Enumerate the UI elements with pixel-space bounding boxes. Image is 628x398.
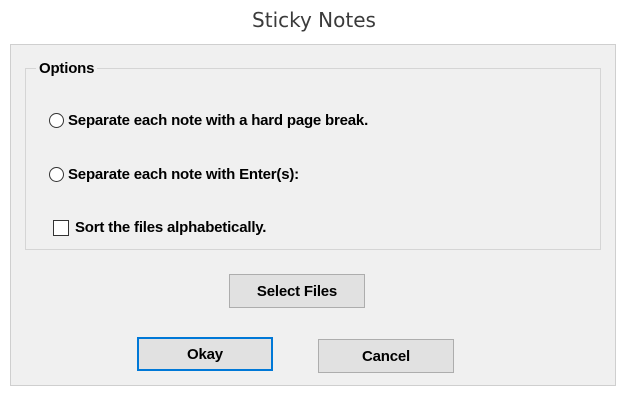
- radio-label-hard-page-break[interactable]: Separate each note with a hard page brea…: [68, 112, 368, 129]
- radio-button-hard-page-break[interactable]: [49, 113, 64, 128]
- radio-label-enter[interactable]: Separate each note with Enter(s):: [68, 166, 299, 183]
- options-groupbox: Options Separate each note with a hard p…: [25, 60, 601, 250]
- checkbox-option-sort[interactable]: Sort the files alphabetically.: [53, 219, 266, 236]
- window-title: Sticky Notes: [252, 8, 376, 32]
- radio-option-enter[interactable]: Separate each note with Enter(s):: [49, 166, 299, 183]
- options-group-legend: Options: [36, 60, 98, 77]
- radio-option-hard-page-break[interactable]: Separate each note with a hard page brea…: [49, 112, 368, 129]
- radio-button-enter[interactable]: [49, 167, 64, 182]
- dialog-client-area: Options Separate each note with a hard p…: [10, 44, 616, 386]
- okay-button[interactable]: Okay: [137, 337, 273, 371]
- select-files-button[interactable]: Select Files: [229, 274, 365, 308]
- checkbox-sort-alphabetically[interactable]: [53, 219, 69, 236]
- cancel-button[interactable]: Cancel: [318, 339, 454, 373]
- sticky-notes-dialog: Sticky Notes Options Separate each note …: [0, 0, 628, 398]
- checkbox-label-sort[interactable]: Sort the files alphabetically.: [75, 219, 266, 236]
